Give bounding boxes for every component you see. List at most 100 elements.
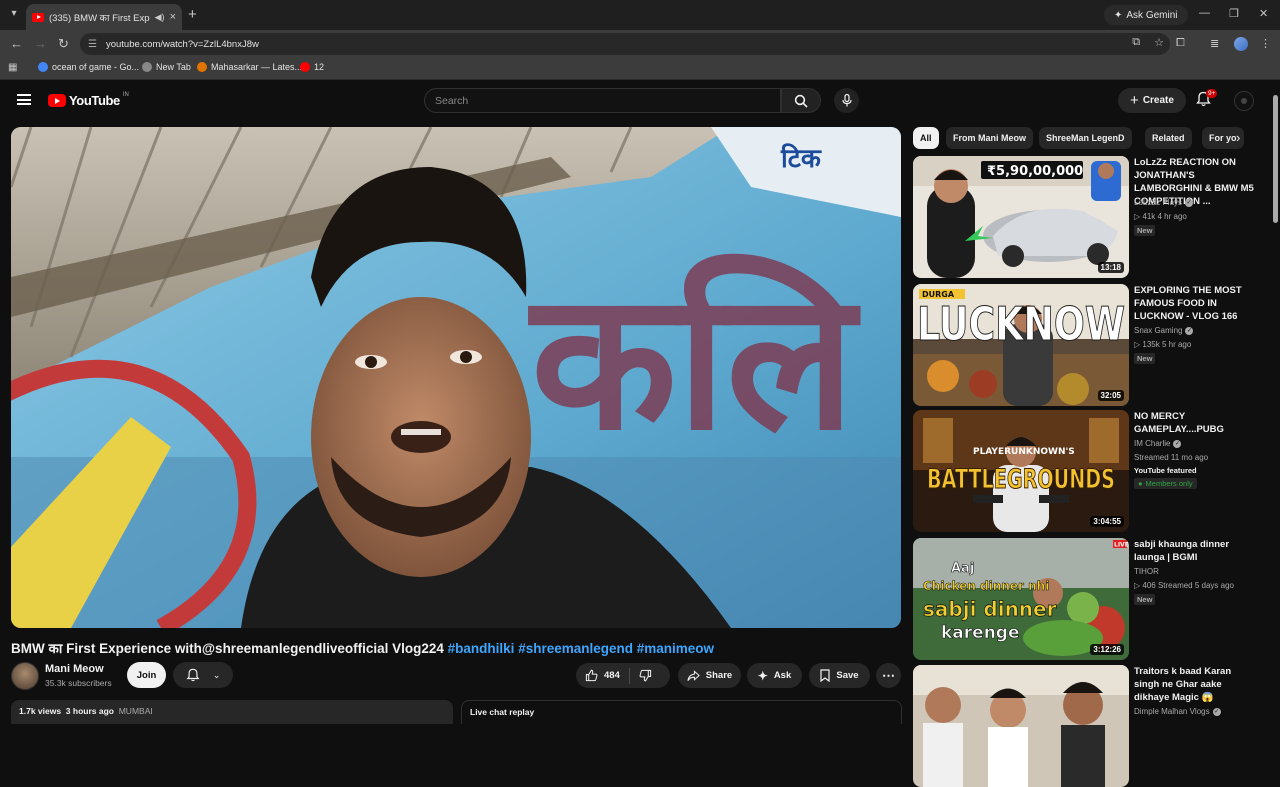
- install-icon[interactable]: ⧉: [1132, 36, 1140, 49]
- live-chat-replay-header[interactable]: Live chat replay: [461, 700, 902, 724]
- like-button[interactable]: 484: [576, 663, 629, 688]
- sign-text: टिक: [780, 143, 822, 174]
- video-thumbnail[interactable]: DURGA LUCKNOW 32:05: [913, 284, 1129, 406]
- recommendation-channel[interactable]: IM Charlie ✓: [1134, 439, 1182, 448]
- recommendation-item[interactable]: Traitors k baad Karan singh ne Ghar aake…: [913, 665, 1253, 787]
- bookmark-item[interactable]: Mahasarkar — Lates...: [197, 62, 302, 72]
- recommendation-item[interactable]: PLAYERUNKNOWN'S BATTLEGROUNDS 3:04:55 NO…: [913, 410, 1253, 532]
- save-button[interactable]: Save: [809, 663, 870, 688]
- video-player[interactable]: टिक कलि: [11, 127, 901, 628]
- chip-shreeman-legend[interactable]: ShreeMan LegenD: [1039, 127, 1132, 149]
- site-info-icon[interactable]: ☰: [88, 39, 97, 50]
- scrollbar-thumb[interactable]: [1273, 95, 1278, 223]
- guide-menu-icon[interactable]: [17, 94, 31, 105]
- search-button[interactable]: [781, 88, 821, 113]
- thumbnail-text: BATTLEGROUNDS: [927, 464, 1115, 495]
- back-icon[interactable]: ←: [10, 36, 23, 51]
- bookmark-favicon-icon: [197, 62, 207, 72]
- live-tag: LIVE: [1114, 542, 1129, 549]
- forward-icon[interactable]: →: [34, 36, 47, 51]
- save-label: Save: [836, 670, 859, 681]
- bookmark-favicon-icon: [38, 62, 48, 72]
- recommendation-channel[interactable]: Snax Gaming ✓: [1134, 326, 1194, 335]
- speaker-icon[interactable]: ◀): [155, 12, 165, 23]
- video-thumbnail[interactable]: PLAYERUNKNOWN'S BATTLEGROUNDS 3:04:55: [913, 410, 1129, 532]
- recommendation-item[interactable]: LIVE Aaj Chicken dinner nhi sabji dinner…: [913, 538, 1253, 660]
- account-avatar[interactable]: [1234, 91, 1254, 111]
- channel-avatar[interactable]: [11, 662, 39, 690]
- recommendation-channel[interactable]: LoLzZz Plays ✓: [1134, 198, 1194, 207]
- close-tab-icon[interactable]: ×: [170, 11, 176, 23]
- thumbnail-image: PLAYERUNKNOWN'S BATTLEGROUNDS: [913, 410, 1129, 532]
- browser-tab[interactable]: (335) BMW का First Experience with ◀) ×: [26, 4, 182, 30]
- recommendation-title[interactable]: sabji khaunga dinner launga | BGMI: [1134, 538, 1259, 564]
- bookmark-item[interactable]: New Tab: [142, 62, 191, 72]
- minimize-icon[interactable]: —: [1199, 7, 1210, 19]
- browser-toolbar: ← → ↻ ☰ youtube.com/watch?v=ZzlL4bnxJ8w …: [0, 30, 1280, 58]
- apps-icon[interactable]: ▦: [8, 62, 17, 73]
- chip-all[interactable]: All: [913, 127, 939, 149]
- channel-name[interactable]: Mani Meow: [45, 663, 104, 675]
- extensions-icon[interactable]: ⧠: [1176, 37, 1185, 50]
- thumbs-up-icon: [585, 669, 598, 682]
- filter-chip-bar: All From Mani Meow ShreeMan LegenD Relat…: [913, 127, 1253, 149]
- bookmark-star-icon[interactable]: ☆: [1154, 36, 1164, 49]
- video-duration: 13:18: [1097, 262, 1124, 273]
- search-icon: [794, 94, 808, 108]
- recommendation-channel[interactable]: Dimple Malhan Vlogs ✓: [1134, 707, 1221, 716]
- reading-list-icon[interactable]: ≣: [1210, 37, 1219, 50]
- recommendation-stats: ▷ 135k 5 hr ago: [1134, 340, 1192, 349]
- recommendation-item[interactable]: DURGA LUCKNOW 32:05 EXPLORING THE MOST F…: [913, 284, 1253, 406]
- description-box[interactable]: 1.7k views 3 hours ago MUMBAI: [11, 700, 453, 724]
- subscription-bell-button[interactable]: ⌄: [173, 662, 233, 688]
- chip-from-channel[interactable]: From Mani Meow: [946, 127, 1034, 149]
- bookmark-item[interactable]: ocean of game - Go...: [38, 62, 139, 72]
- browser-menu-icon[interactable]: ⋮: [1260, 37, 1271, 50]
- thumbnail-text: LUCKNOW: [917, 297, 1125, 351]
- video-thumbnail[interactable]: ₹5,90,00,000 13:18: [913, 156, 1129, 278]
- chevron-right-icon[interactable]: ›: [1236, 130, 1240, 145]
- recommendation-item[interactable]: ₹5,90,00,000 13:18 LoLzZz REACTION ON JO…: [913, 156, 1254, 278]
- recommendation-title[interactable]: EXPLORING THE MOST FAMOUS FOOD IN LUCKNO…: [1134, 284, 1259, 323]
- tab-strip: ▾ (335) BMW का First Experience with ◀) …: [0, 0, 1280, 30]
- featured-badge: YouTube featured: [1134, 466, 1197, 475]
- voice-search-button[interactable]: [834, 88, 859, 113]
- view-count: 1.7k views: [19, 706, 62, 716]
- sparkle-icon: ✦: [757, 668, 768, 683]
- recommendation-channel[interactable]: TIHOR: [1134, 567, 1159, 576]
- location-tag[interactable]: MUMBAI: [119, 706, 153, 716]
- hashtag-link[interactable]: #manimeow: [637, 641, 714, 656]
- share-icon: [687, 669, 700, 681]
- join-button[interactable]: Join: [127, 662, 166, 688]
- more-horizontal-icon: ⋯: [882, 667, 895, 683]
- tab-search-icon[interactable]: ▾: [6, 6, 22, 22]
- create-button[interactable]: + Create: [1118, 88, 1186, 113]
- more-actions-button[interactable]: ⋯: [876, 663, 901, 688]
- close-window-icon[interactable]: ✕: [1259, 7, 1268, 20]
- reload-icon[interactable]: ↻: [58, 36, 69, 52]
- video-thumbnail[interactable]: LIVE Aaj Chicken dinner nhi sabji dinner…: [913, 538, 1129, 660]
- recommendation-stats: ▷ 406 Streamed 5 days ago: [1134, 581, 1234, 590]
- address-bar[interactable]: ☰ youtube.com/watch?v=ZzlL4bnxJ8w ⧉ ☆: [80, 33, 1170, 55]
- profile-avatar[interactable]: [1234, 37, 1248, 51]
- hashtag-link[interactable]: #shreemanlegend: [518, 641, 633, 656]
- ask-gemini-button[interactable]: ✦ Ask Gemini: [1104, 5, 1188, 25]
- bookmark-item[interactable]: 12: [300, 62, 324, 72]
- bookmark-favicon-icon: [300, 62, 310, 72]
- recommendation-title[interactable]: Traitors k baad Karan singh ne Ghar aake…: [1134, 665, 1259, 704]
- thumbnail-text: ₹5,90,00,000: [987, 164, 1083, 179]
- youtube-logo[interactable]: YouTube IN: [48, 92, 129, 108]
- video-thumbnail[interactable]: [913, 665, 1129, 787]
- like-dislike-group: 484: [576, 663, 670, 688]
- dislike-button[interactable]: [630, 663, 661, 688]
- restore-icon[interactable]: ❐: [1229, 7, 1239, 20]
- ask-button[interactable]: ✦ Ask: [747, 663, 802, 688]
- chip-related[interactable]: Related: [1145, 127, 1192, 149]
- search-input[interactable]: Search: [424, 88, 781, 113]
- new-tab-icon[interactable]: +: [188, 6, 197, 23]
- hashtag-link[interactable]: #bandhilki: [448, 641, 515, 656]
- share-button[interactable]: Share: [678, 663, 741, 688]
- recommendation-title[interactable]: NO MERCY GAMEPLAY....PUBG: [1134, 410, 1259, 436]
- plus-icon: +: [1130, 92, 1139, 109]
- notifications-button[interactable]: 9+: [1196, 89, 1218, 111]
